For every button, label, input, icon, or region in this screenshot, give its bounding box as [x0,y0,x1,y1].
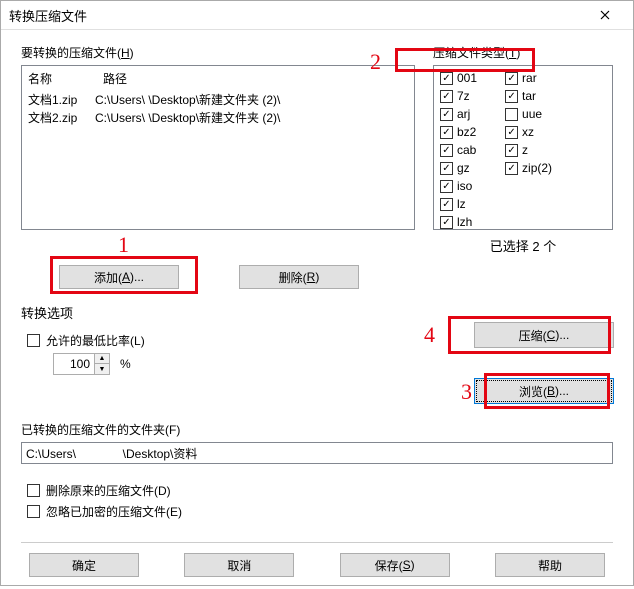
file-name: 文档2.zip [28,109,83,127]
percent-label: % [120,357,131,371]
folder-label: 已转换的压缩文件的文件夹(F) [21,421,613,438]
delete-original-checkbox[interactable] [27,484,40,497]
skip-encrypted-label: 忽略已加密的压缩文件(E) [46,503,182,520]
checkbox-icon [440,162,453,175]
file-path: C:\Users\ \Desktop\新建文件夹 (2)\ [95,91,280,109]
file-row[interactable]: 文档2.zip C:\Users\ \Desktop\新建文件夹 (2)\ [28,109,408,127]
spin-down[interactable]: ▼ [94,364,109,374]
window-title: 转换压缩文件 [9,6,585,25]
spin-up[interactable]: ▲ [94,354,109,364]
folder-input[interactable] [21,442,613,464]
checkbox-icon [505,90,518,103]
titlebar: 转换压缩文件 [1,1,633,30]
compress-button[interactable]: 压缩(C)... [474,322,614,348]
skip-encrypted-checkbox[interactable] [27,505,40,518]
checkbox-icon [505,144,518,157]
type-label: gz [457,160,470,177]
close-button[interactable] [585,1,625,29]
type-label: arj [457,106,470,123]
help-button[interactable]: 帮助 [495,553,605,577]
type-option-arj[interactable]: arj [440,106,477,123]
type-option-iso[interactable]: iso [440,178,477,195]
type-option-xz[interactable]: xz [505,124,552,141]
type-option-lzh[interactable]: lzh [440,214,477,231]
type-option-7z[interactable]: 7z [440,88,477,105]
type-option-z[interactable]: z [505,142,552,159]
separator [21,542,613,543]
ratio-spinner[interactable]: ▲▼ [53,353,110,375]
checkbox-icon [505,108,518,121]
cancel-button[interactable]: 取消 [184,553,294,577]
selected-count: 已选择 2 个 [433,236,613,255]
types-list[interactable]: 0017zarjbz2cabgzisolzlzh rartaruuexzzzip… [433,65,613,230]
type-option-tar[interactable]: tar [505,88,552,105]
col-name: 名称 [28,70,83,87]
archive-types-group: 压缩文件类型(T) 0017zarjbz2cabgzisolzlzh rarta… [433,44,613,255]
save-button[interactable]: 保存(S) [340,553,450,577]
type-label: 001 [457,70,477,87]
type-option-rar[interactable]: rar [505,70,552,87]
type-option-001[interactable]: 001 [440,70,477,87]
delete-original-label: 删除原来的压缩文件(D) [46,482,171,499]
types-label: 压缩文件类型(T) [433,44,613,61]
col-path: 路径 [103,70,127,87]
type-label: cab [457,142,476,159]
checkbox-icon [440,216,453,229]
type-label: z [522,142,528,159]
checkbox-icon [505,162,518,175]
type-label: lz [457,196,466,213]
type-label: iso [457,178,472,195]
file-name: 文档1.zip [28,91,83,109]
checkbox-icon [440,90,453,103]
file-row[interactable]: 文档1.zip C:\Users\ \Desktop\新建文件夹 (2)\ [28,91,408,109]
type-option-lz[interactable]: lz [440,196,477,213]
files-to-convert-group: 要转换的压缩文件(H) 名称 路径 文档1.zip C:\Users\ \Desk… [21,44,415,255]
close-icon [600,10,610,20]
min-ratio-label: 允许的最低比率(L) [46,332,145,349]
checkbox-icon [505,126,518,139]
type-label: xz [522,124,534,141]
type-label: lzh [457,214,472,231]
checkbox-icon [440,144,453,157]
checkbox-icon [440,198,453,211]
add-button[interactable]: 添加(A)... [59,265,179,289]
type-label: uue [522,106,542,123]
checkbox-icon [440,180,453,193]
min-ratio-checkbox[interactable] [27,334,40,347]
type-label: rar [522,70,537,87]
file-list-header: 名称 路径 [28,70,408,87]
type-label: bz2 [457,124,476,141]
checkbox-icon [440,108,453,121]
checkbox-icon [505,72,518,85]
ratio-input[interactable] [54,354,94,374]
browse-button[interactable]: 浏览(B)... [474,378,614,404]
type-option-gz[interactable]: gz [440,160,477,177]
checkbox-icon [440,72,453,85]
type-label: zip(2) [522,160,552,177]
type-option-zip(2)[interactable]: zip(2) [505,160,552,177]
files-label: 要转换的压缩文件(H) [21,44,415,61]
checkbox-icon [440,126,453,139]
delete-button[interactable]: 删除(R) [239,265,359,289]
type-label: 7z [457,88,470,105]
type-option-uue[interactable]: uue [505,106,552,123]
type-label: tar [522,88,536,105]
file-list[interactable]: 名称 路径 文档1.zip C:\Users\ \Desktop\新建文件夹 (2… [21,65,415,230]
type-option-bz2[interactable]: bz2 [440,124,477,141]
ok-button[interactable]: 确定 [29,553,139,577]
type-option-cab[interactable]: cab [440,142,477,159]
options-section-label: 转换选项 [21,303,613,322]
file-path: C:\Users\ \Desktop\新建文件夹 (2)\ [95,109,280,127]
